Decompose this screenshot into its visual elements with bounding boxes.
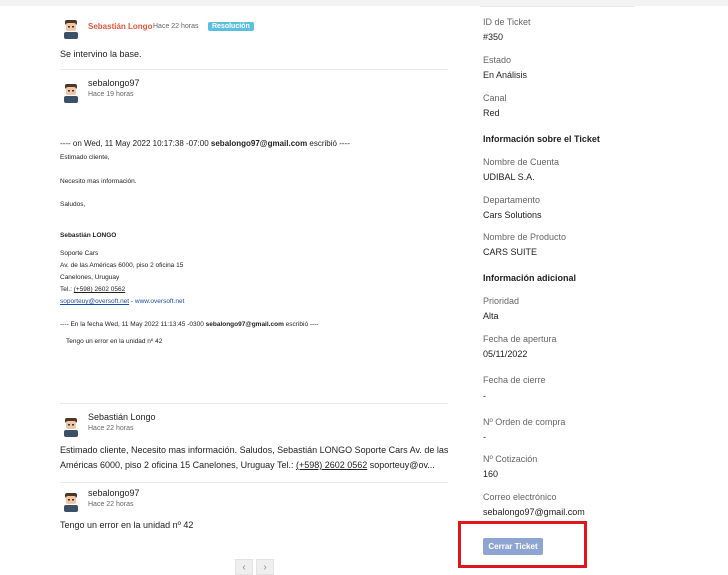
comment-text-continued: Américas 6000, piso 2 oficina 15 Canelon… xyxy=(60,457,435,473)
priority-label: Prioridad xyxy=(483,296,520,306)
email-value: sebalongo97@gmail.com xyxy=(483,507,585,517)
email-closing: Saludos, xyxy=(60,201,86,208)
chevron-left-icon: ‹ xyxy=(242,561,246,573)
opened-date-value: 05/11/2022 xyxy=(483,349,528,359)
priority-value: Alta xyxy=(483,311,499,321)
closed-date-label: Fecha de cierre xyxy=(483,375,546,385)
chevron-right-icon: › xyxy=(263,561,267,573)
phone-label: Tel.: xyxy=(60,286,74,293)
quote-header-prefix: ---- En la fecha Wed, 11 May 2022 11:13:… xyxy=(60,321,206,328)
signature-address: Av. de las Américas 6000, piso 2 oficina… xyxy=(60,262,184,269)
divider xyxy=(480,6,635,7)
divider xyxy=(60,403,448,404)
channel-label: Canal xyxy=(483,93,507,103)
avatar xyxy=(60,17,82,39)
resolution-badge: Resolución xyxy=(208,22,254,31)
text-prefix: Américas 6000, piso 2 oficina 15 Canelon… xyxy=(60,460,296,470)
email-header: ---- on Wed, 11 May 2022 10:17:38 -07:00… xyxy=(60,139,350,148)
support-email-link[interactable]: soporteuy@oversoft.net xyxy=(60,298,129,305)
ticket-id-value: #350 xyxy=(483,32,504,42)
close-ticket-button[interactable]: Cerrar Ticket xyxy=(483,538,543,555)
divider xyxy=(60,69,448,70)
department-value: Cars Solutions xyxy=(483,210,542,220)
signature-links: soporteuy@oversoft.net - www.oversoft.ne… xyxy=(60,296,184,308)
text-suffix: soporteuy@ov... xyxy=(367,460,435,470)
comment-time: Hace 22 horas xyxy=(88,501,134,508)
avatar-icon xyxy=(60,415,82,437)
signature-city: Canelones, Uruguay xyxy=(60,274,120,281)
avatar-icon xyxy=(60,81,82,103)
extra-info-heading: Información adicional xyxy=(483,273,577,283)
quote-text: Tengo un error en la unidad nº 42 xyxy=(66,338,163,345)
department-label: Departamento xyxy=(483,195,541,205)
account-value: UDIBAL S.A. xyxy=(483,172,535,182)
ticket-info-heading: Información sobre el Ticket xyxy=(483,134,600,144)
opened-date-label: Fecha de apertura xyxy=(483,334,557,344)
ticket-id-label: ID de Ticket xyxy=(483,17,531,27)
status-label: Estado xyxy=(483,55,512,65)
purchase-order-value: - xyxy=(483,432,486,442)
comment-author[interactable]: sebalongo97 xyxy=(88,488,140,498)
closed-date-value: - xyxy=(483,391,486,401)
channel-value: Red xyxy=(483,108,500,118)
email-request: Necesito mas información. xyxy=(60,178,137,185)
comment-time: Hace 22 horas xyxy=(88,425,134,432)
signature-name: Sebastián LONGO xyxy=(60,232,117,239)
ticket-thread: Sebastián Longo Hace 22 horas Resolución… xyxy=(0,6,465,575)
signature-company: Soporte Cars xyxy=(60,250,99,257)
comment-author[interactable]: Sebastián Longo xyxy=(88,412,156,422)
prev-page-button[interactable]: ‹ xyxy=(235,559,253,575)
quote-number-value: 160 xyxy=(483,469,499,479)
website-link[interactable]: www.oversoft.net xyxy=(135,298,185,305)
purchase-order-label: Nº Orden de compra xyxy=(483,417,566,427)
avatar xyxy=(60,81,82,103)
next-page-button[interactable]: › xyxy=(256,559,274,575)
comment-author[interactable]: Sebastián Longo xyxy=(88,22,152,31)
email-greeting: Estimado cliente, xyxy=(60,154,110,161)
email-label: Correo electrónico xyxy=(483,492,557,502)
quote-header-suffix: escribió ---- xyxy=(283,321,319,328)
product-value: CARS SUITE xyxy=(483,247,538,257)
quote-header: ---- En la fecha Wed, 11 May 2022 11:13:… xyxy=(60,319,319,331)
comment-time: Hace 19 horas xyxy=(88,91,134,98)
ticket-details-sidebar: ID de Ticket #350 Estado En Análisis Can… xyxy=(458,6,728,574)
avatar-icon xyxy=(60,490,82,512)
phone-link[interactable]: (+598) 2602 0562 xyxy=(296,460,367,470)
phone-link[interactable]: (+598) 2602 0562 xyxy=(74,286,126,293)
comment-text: Estimado cliente, Necesito mas informaci… xyxy=(60,445,449,455)
email-header-address: sebalongo97@gmail.com xyxy=(210,139,308,148)
status-value: En Análisis xyxy=(483,70,528,80)
comment-text: Se intervino la base. xyxy=(60,49,142,59)
product-label: Nombre de Producto xyxy=(483,232,567,242)
comment-time: Hace 22 horas xyxy=(153,23,199,30)
signature-phone: Tel.: (+598) 2602 0562 xyxy=(60,284,125,296)
avatar xyxy=(60,490,82,512)
quote-header-address: sebalongo97@gmail.com xyxy=(205,321,284,328)
comment-author[interactable]: sebalongo97 xyxy=(88,78,140,88)
avatar xyxy=(60,415,82,437)
avatar-icon xyxy=(60,17,82,39)
account-label: Nombre de Cuenta xyxy=(483,157,560,167)
comment-text: Tengo un error en la unidad nº 42 xyxy=(60,520,194,530)
divider xyxy=(60,482,448,483)
quote-number-label: Nº Cotización xyxy=(483,454,538,464)
email-header-prefix: ---- on Wed, 11 May 2022 10:17:38 -07:00 xyxy=(60,139,211,148)
email-header-suffix: escribió ---- xyxy=(307,139,350,148)
